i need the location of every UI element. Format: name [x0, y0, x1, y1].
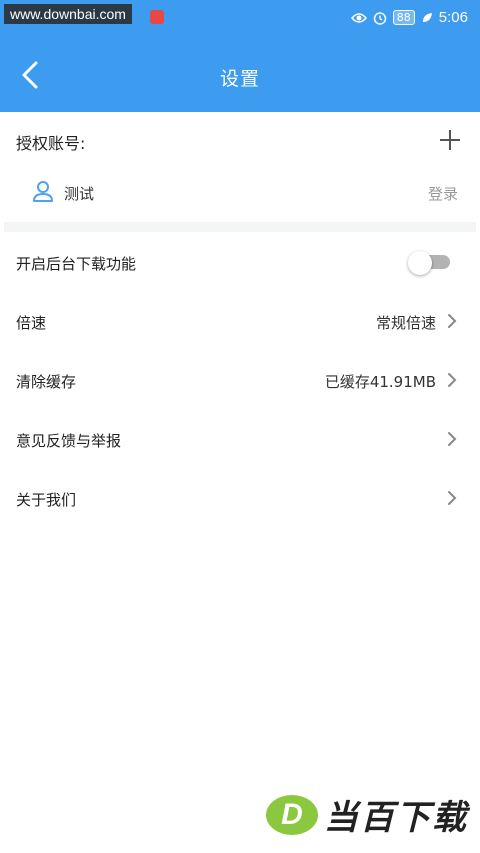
chevron-right-icon — [448, 432, 457, 446]
alarm-icon — [373, 11, 387, 25]
user-icon — [33, 181, 53, 202]
speed-value: 常规倍速 — [375, 314, 436, 332]
plus-icon — [440, 130, 460, 150]
account-user-name: 测试 — [64, 185, 95, 203]
setting-background-download: 开启后台下载功能 — [0, 232, 480, 291]
brand-logo-letter: D — [281, 797, 303, 831]
page-title: 设置 — [219, 68, 260, 90]
notification-icons — [150, 10, 164, 24]
brand-watermark: D 当百下载 — [266, 790, 468, 839]
chevron-right-icon — [448, 314, 457, 328]
background-download-toggle[interactable] — [408, 251, 450, 275]
app-notification-icon — [150, 10, 164, 24]
toggle-knob — [408, 251, 432, 275]
settings-list: 开启后台下载功能 倍速 常规倍速 清除缓存 已缓存41.91MB 意见反馈与举报… — [0, 232, 480, 527]
feedback-label: 意见反馈与举报 — [16, 432, 122, 450]
account-user-row[interactable]: 测试 登录 — [0, 170, 480, 218]
setting-feedback[interactable]: 意见反馈与举报 — [0, 409, 480, 468]
setting-about[interactable]: 关于我们 — [0, 468, 480, 527]
speed-label: 倍速 — [16, 314, 47, 332]
leaf-icon — [422, 12, 432, 22]
app-header: 设置 — [0, 38, 480, 112]
account-section: 授权账号: 测试 登录 — [0, 112, 480, 220]
status-right: 88 5:06 — [350, 9, 468, 26]
chevron-right-icon — [448, 373, 457, 387]
setting-clear-cache[interactable]: 清除缓存 已缓存41.91MB — [0, 350, 480, 409]
chevron-right-icon — [448, 491, 457, 505]
account-label: 授权账号: — [16, 134, 86, 153]
add-account-button[interactable] — [438, 128, 462, 152]
section-divider — [4, 222, 476, 232]
status-bar: www.downbai.com 88 5:06 — [0, 0, 480, 38]
cache-size-value: 已缓存41.91MB — [324, 373, 436, 391]
clear-cache-label: 清除缓存 — [16, 373, 77, 391]
about-label: 关于我们 — [16, 491, 77, 509]
login-button[interactable]: 登录 — [428, 183, 458, 204]
site-watermark: www.downbai.com — [4, 4, 132, 24]
eye-icon — [350, 12, 367, 23]
background-download-label: 开启后台下载功能 — [16, 255, 137, 273]
setting-speed[interactable]: 倍速 常规倍速 — [0, 291, 480, 350]
battery-icon: 88 — [392, 10, 415, 25]
brand-text: 当百下载 — [324, 798, 468, 838]
brand-logo: D — [266, 794, 318, 835]
status-time: 5:06 — [438, 9, 468, 26]
